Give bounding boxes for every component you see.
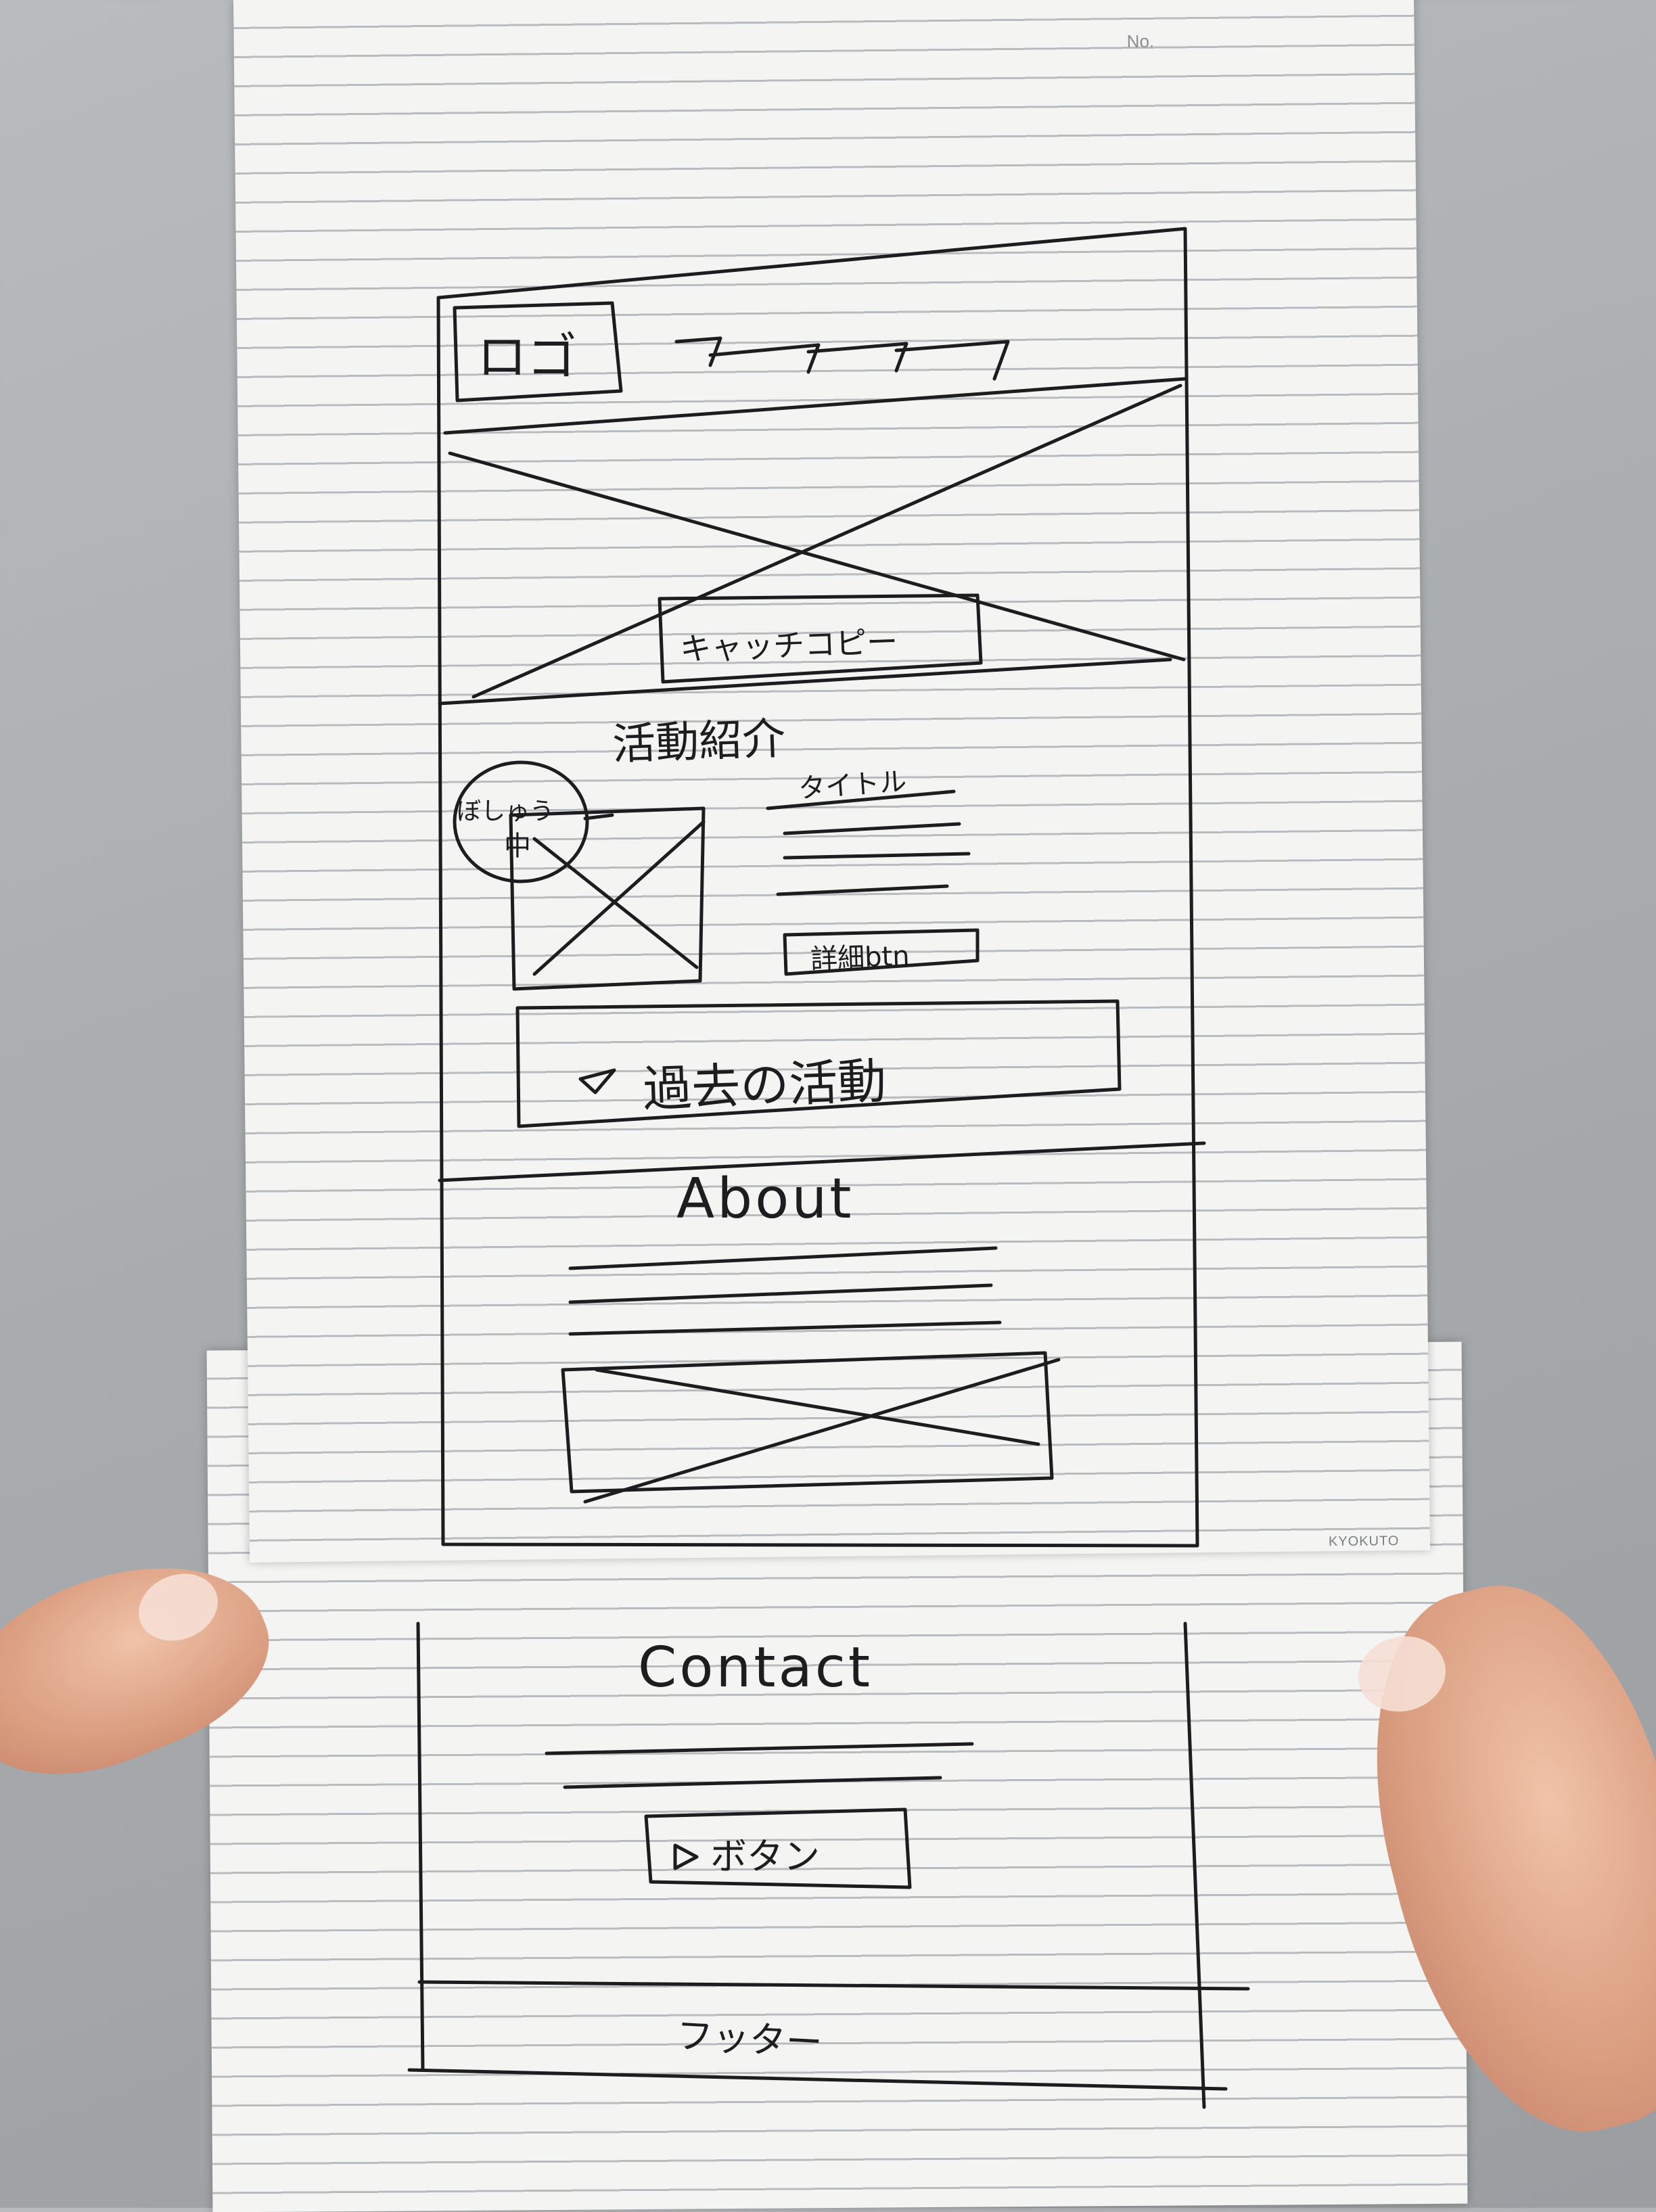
detail-button-label: 詳細btn: [810, 940, 911, 975]
recruiting-badge-line2: 中: [504, 831, 531, 862]
footer-label: フッター: [675, 2014, 824, 2065]
contact-heading: Contact: [638, 1636, 873, 1700]
contact-button-label: ボタン: [710, 1835, 820, 1878]
card-title-label: タイトル: [797, 766, 908, 805]
about-heading: About: [676, 1167, 854, 1231]
activities-heading: 活動紹介: [611, 714, 787, 770]
catch-copy-label: キャッチコピー: [679, 623, 898, 668]
left-fingernail: [129, 1562, 228, 1653]
recruiting-badge-line1: ぼしゅう: [457, 798, 555, 825]
logo-label: ロゴ: [477, 328, 577, 386]
past-activities-button-label: 過去の活動: [641, 1052, 888, 1118]
about-section-sketch: [561, 1246, 1061, 1504]
